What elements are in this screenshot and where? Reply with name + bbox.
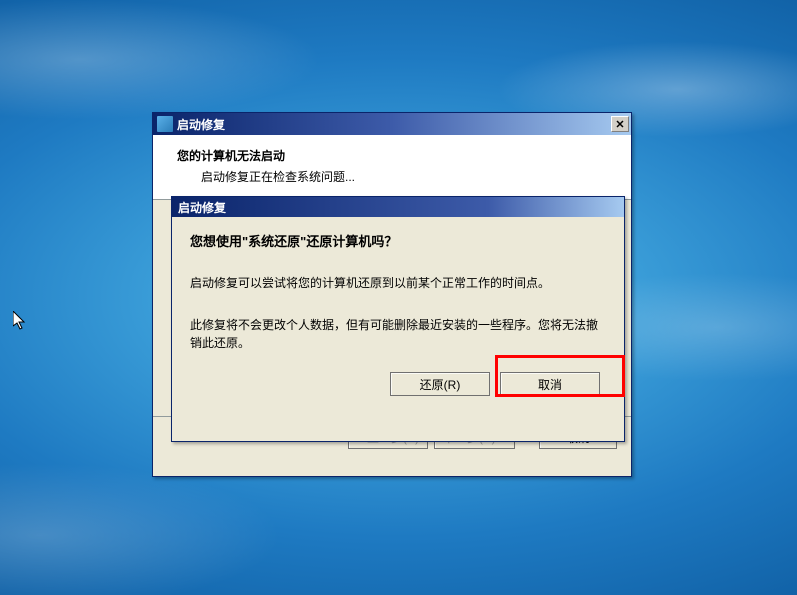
- header-area: 您的计算机无法启动 启动修复正在检查系统问题...: [153, 135, 631, 200]
- header-title: 您的计算机无法启动: [177, 147, 607, 164]
- dialog-title: 启动修复: [178, 199, 226, 216]
- dialog-cancel-button[interactable]: 取消: [500, 372, 600, 396]
- dialog-titlebar[interactable]: 启动修复: [172, 197, 624, 217]
- window-title: 启动修复: [177, 116, 611, 133]
- dialog-question: 您想使用"系统还原"还原计算机吗？: [190, 231, 606, 250]
- close-icon[interactable]: ✕: [611, 116, 629, 132]
- system-restore-dialog: 启动修复 您想使用"系统还原"还原计算机吗？ 启动修复可以尝试将您的计算机还原到…: [171, 196, 625, 442]
- header-subtext: 启动修复正在检查系统问题...: [201, 168, 607, 185]
- titlebar[interactable]: 启动修复 ✕: [153, 113, 631, 135]
- dialog-button-row: 还原(R) 取消: [190, 372, 606, 396]
- dialog-paragraph-2: 此修复将不会更改个人数据，但有可能删除最近安装的一些程序。您将无法撤销此还原。: [190, 316, 606, 352]
- app-icon: [157, 116, 173, 132]
- restore-button[interactable]: 还原(R): [390, 372, 490, 396]
- dialog-body: 您想使用"系统还原"还原计算机吗？ 启动修复可以尝试将您的计算机还原到以前某个正…: [172, 217, 624, 410]
- cursor-icon: [13, 311, 27, 331]
- dialog-paragraph-1: 启动修复可以尝试将您的计算机还原到以前某个正常工作的时间点。: [190, 274, 606, 292]
